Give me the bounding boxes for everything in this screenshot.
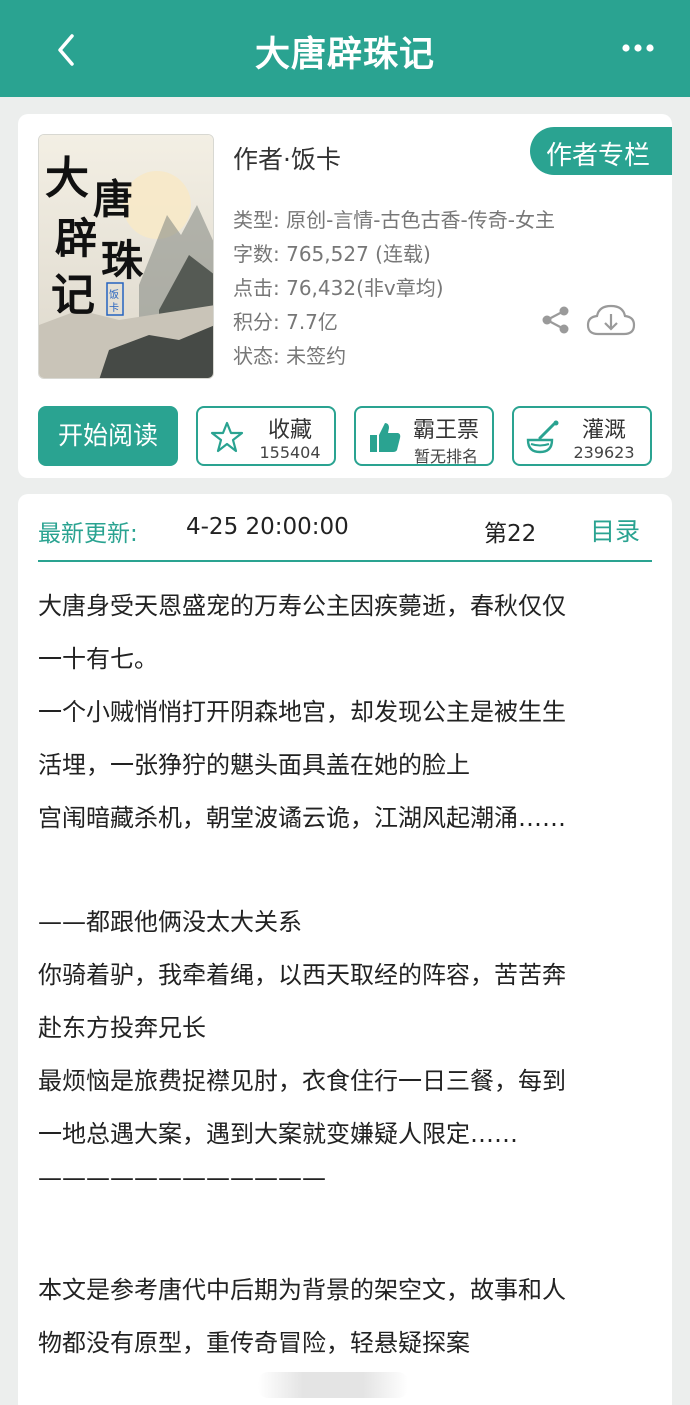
- cover-title-char-4: 珠: [101, 236, 144, 285]
- latest-update-time: 4-25 20:00:00: [186, 514, 349, 540]
- description-line: 宫闱暗藏杀机，朝堂波谲云诡，江湖风起潮涌……: [38, 804, 566, 832]
- book-status: 状态: 未签约: [233, 344, 347, 368]
- nutrient-label: 灌溉: [581, 418, 626, 443]
- nutrient-button[interactable]: 灌溉 239623: [512, 406, 652, 466]
- vote-label: 霸王票: [412, 418, 479, 443]
- author-column-button[interactable]: 作者专栏: [530, 127, 672, 175]
- book-word-count: 字数: 765,527 (连载): [233, 242, 431, 266]
- collect-label: 收藏: [267, 418, 312, 443]
- description-line: ————————————: [38, 1164, 326, 1192]
- start-reading-button[interactable]: 开始阅读: [38, 406, 178, 466]
- cover-title-char-5: 记: [51, 270, 95, 321]
- book-cover[interactable]: 大 唐 辟 珠 记 饭 卡: [38, 134, 214, 379]
- cover-title-char-1: 大: [45, 153, 89, 204]
- more-dots-icon[interactable]: [620, 36, 656, 60]
- svg-text:卡: 卡: [109, 301, 119, 314]
- share-icon[interactable]: [540, 304, 572, 336]
- author-column-label: 作者专栏: [546, 141, 651, 171]
- collect-count: 155404: [259, 443, 321, 462]
- top-bar: 大唐辟珠记: [0, 0, 690, 97]
- description-line: 物都没有原型，重传奇冒险，轻悬疑探案: [38, 1329, 470, 1357]
- vote-button[interactable]: 霸王票 暂无排名: [354, 406, 494, 466]
- svg-text:饭: 饭: [109, 289, 119, 301]
- book-info-card: 大 唐 辟 珠 记 饭 卡 作者·饭卡 作者专栏 类型: 原创-言情-古色古香-…: [18, 114, 672, 478]
- collect-button[interactable]: 收藏 155404: [196, 406, 336, 466]
- page-title: 大唐辟珠记: [254, 35, 435, 75]
- cover-title-char-3: 辟: [54, 214, 97, 263]
- description-line: ——都跟他俩没太大关系: [38, 908, 302, 936]
- toc-link[interactable]: 目录: [590, 512, 640, 548]
- description-line: 一地总遇大案，遇到大案就变嫌疑人限定……: [38, 1120, 518, 1148]
- divider: [38, 560, 652, 562]
- description-line: 你骑着驴，我牵着绳，以西天取经的阵容，苦苦奔: [38, 961, 566, 989]
- nutrient-count: 239623: [573, 443, 635, 462]
- description-line: 一个小贼悄悄打开阴森地宫，却发现公主是被生生: [38, 698, 566, 726]
- description-line: 赴东方投奔兄长: [38, 1014, 206, 1042]
- book-type: 类型: 原创-言情-古色古香-传奇-女主: [233, 208, 555, 232]
- description-line: 本文是参考唐代中后期为背景的架空文，故事和人: [38, 1276, 566, 1304]
- description-line: 一十有七。: [38, 645, 158, 673]
- description-card: 最新更新: 4-25 20:00:00 第22 目录 大唐身受天恩盛宠的万寿公主…: [18, 494, 672, 1405]
- author-name[interactable]: 作者·饭卡: [233, 140, 341, 176]
- description-line: 大唐身受天恩盛宠的万寿公主因疾薨逝，春秋仅仅: [38, 592, 566, 620]
- download-cloud-icon[interactable]: [586, 302, 636, 338]
- thumbs-up-icon: [368, 420, 402, 454]
- book-score: 积分: 7.7亿: [233, 310, 338, 334]
- latest-update-label: 最新更新:: [38, 521, 138, 547]
- vote-rank: 暂无排名: [413, 447, 478, 466]
- watermark-blur: [258, 1372, 408, 1398]
- watering-icon: [526, 420, 560, 454]
- description-line: 最烦恼是旅费捉襟见肘，衣食住行一日三餐，每到: [38, 1067, 566, 1095]
- cover-title-char-2: 唐: [93, 176, 133, 223]
- description-line: 活埋，一张狰狞的魌头面具盖在她的脸上: [38, 751, 470, 779]
- star-icon: [210, 420, 244, 454]
- book-clicks: 点击: 76,432(非v章均): [233, 276, 444, 300]
- latest-chapter[interactable]: 第22: [484, 514, 536, 548]
